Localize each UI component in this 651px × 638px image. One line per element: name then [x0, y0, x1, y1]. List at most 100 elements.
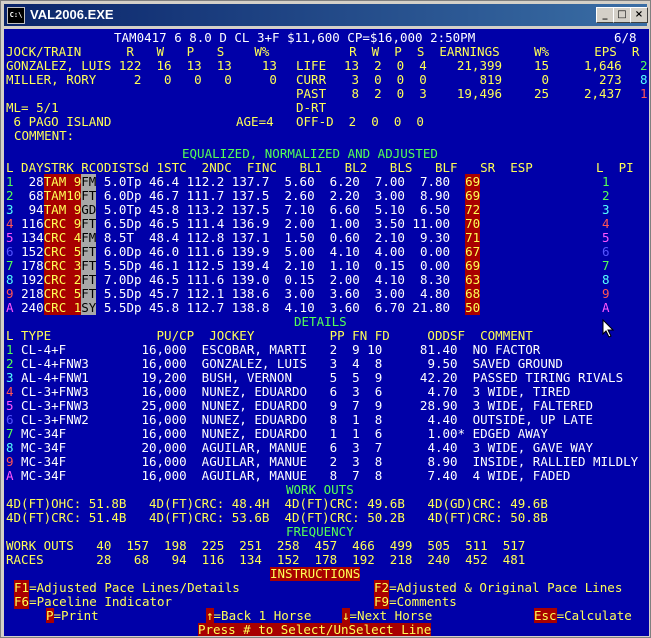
pace-figures: 6.0Dp 46.7 111.7 137.5 2.60 2.20 3.00 8.…: [103, 188, 451, 203]
back-horse-text: =Back 1 Horse: [213, 608, 312, 623]
morning-line: ML= 5/1: [6, 100, 59, 115]
console-screen: TAM0417 6 8.0 D CL 3+F $11,600 CP=$16,00…: [4, 29, 649, 636]
eq-row[interactable]: 4 116CRC 9FT 6.5Dp 46.5 111.4 136.9 2.00…: [6, 216, 481, 231]
eq-row[interactable]: 6 152CRC 5FT 6.0Dp 46.0 111.6 139.9 5.00…: [6, 244, 481, 259]
esc-key-text: =Calculate: [556, 608, 632, 623]
eq-row[interactable]: 1 28TAM 9FM 5.0Tp 46.4 112.2 137.7 5.60 …: [6, 174, 481, 189]
days-since: 240: [21, 300, 44, 315]
horse-name: 6 PAGO ISLAND: [6, 114, 112, 129]
race-number: 3: [66, 258, 82, 273]
details-row[interactable]: 8 MC-34F 20,000 AGUILAR, MANUE 6 3 7 4.4…: [6, 441, 593, 455]
workout-line: 4D(FT)CRC: 51.4B 4D(FT)CRC: 53.6B 4D(FT)…: [6, 510, 548, 525]
speed-rating: 71: [465, 230, 481, 245]
track-condition: FT: [81, 286, 97, 301]
row-right-label: 4: [602, 216, 610, 231]
print-key-label: P: [46, 608, 54, 623]
workouts-section-title: WORK OUTS: [286, 482, 354, 497]
track-code: CRC: [43, 272, 67, 287]
jock-header-mid: R W P S EARNINGS: [319, 44, 500, 59]
row-right-label: 9: [602, 286, 610, 301]
maximize-button[interactable]: □: [613, 7, 631, 23]
row-line-number: 5: [6, 398, 14, 413]
speed-rating: 70: [465, 216, 481, 231]
stat-eps: 1,646: [584, 58, 622, 73]
eq-row[interactable]: 8 192CRC 2FT 7.0Dp 46.5 111.6 139.0 0.15…: [6, 272, 481, 287]
stat-eps: 2,437: [584, 86, 622, 101]
row-right-label: A: [602, 300, 610, 315]
minimize-button[interactable]: _: [596, 7, 614, 23]
row-line-number: 1: [6, 342, 14, 357]
row-line-number: 6: [6, 412, 14, 427]
days-since: 68: [21, 188, 44, 203]
details-row[interactable]: 2 CL-4+FNW3 16,000 GONZALEZ, LUIS 3 4 8 …: [6, 357, 563, 371]
eq-row[interactable]: 5 134CRC 4FM 8.5T 48.4 112.8 137.1 1.50 …: [6, 230, 481, 245]
eq-row[interactable]: 2 68TAM10FT 6.0Dp 46.7 111.7 137.5 2.60 …: [6, 188, 481, 203]
details-row[interactable]: 1 CL-4+F 16,000 ESCOBAR, MARTI 2 9 10 81…: [6, 343, 540, 357]
speed-rating: 69: [465, 258, 481, 273]
row-line-number: 2: [6, 188, 14, 203]
pace-figures: 7.0Dp 46.5 111.6 139.0 0.15 2.00 4.10 8.…: [103, 272, 451, 287]
window-title: VAL2006.EXE: [30, 7, 114, 22]
days-since: 218: [21, 286, 44, 301]
drt-label: D-RT: [296, 100, 327, 115]
race-number: 5: [66, 244, 82, 259]
eq-row[interactable]: 7 178CRC 3FT 5.5Dp 46.1 112.5 139.4 2.10…: [6, 258, 481, 273]
stat-pct: 25: [534, 86, 550, 101]
details-text: CL-3+FNW3 25,000 NUNEZ, EDUARDO 9 7 9 28…: [13, 398, 594, 413]
next-horse-key[interactable]: ↓=Next Horse: [342, 608, 432, 623]
details-row[interactable]: 9 MC-34F 16,000 AGUILAR, MANUE 2 3 8 8.9…: [6, 455, 638, 469]
up-arrow-icon: ↑: [206, 608, 214, 623]
row-line-number: 9: [6, 454, 14, 469]
row-line-number: 7: [6, 426, 14, 441]
row-line-number: 8: [6, 440, 14, 455]
track-condition: FM: [81, 230, 97, 245]
track-condition: FT: [81, 244, 97, 259]
f2-key-label: F2: [374, 580, 390, 595]
esc-key-label: Esc: [534, 608, 557, 623]
details-text: MC-34F 16,000 AGUILAR, MANUE 8 7 8 7.40 …: [13, 468, 571, 483]
frequency-races: RACES 28 68 94 116 134 152 178 192 218 2…: [6, 552, 526, 567]
speed-rating: 69: [465, 174, 481, 189]
f9-key-label: F9: [374, 594, 390, 609]
row-line-number: 8: [6, 272, 14, 287]
trainer-row: MILLER, RORY 2 0 0 0 0: [6, 72, 277, 87]
eq-row[interactable]: 9 218CRC 5FT 5.5Dp 45.7 112.1 138.6 3.00…: [6, 286, 481, 301]
eq-row[interactable]: 3 94TAM 9GD 5.0Tp 45.8 113.2 137.5 7.10 …: [6, 202, 481, 217]
track-condition: GD: [81, 202, 97, 217]
details-text: CL-4+F 16,000 ESCOBAR, MARTI 2 9 10 81.4…: [13, 342, 541, 357]
details-text: MC-34F 16,000 NUNEZ, EDUARDO 1 1 6 1.00*…: [13, 426, 548, 441]
esc-key[interactable]: Esc=Calculate: [534, 608, 632, 623]
pace-figures: 5.0Tp 46.4 112.2 137.7 5.60 6.20 7.00 7.…: [103, 174, 451, 189]
details-text: AL-4+FNW1 19,200 BUSH, VERNON 5 5 9 42.2…: [13, 370, 624, 385]
f1-key[interactable]: F1=Adjusted Pace Lines/Details: [14, 580, 240, 595]
f9-key[interactable]: F9=Comments: [374, 594, 457, 609]
track-code: CRC: [43, 244, 67, 259]
f6-key[interactable]: F6=Paceline Indicator: [14, 594, 172, 609]
print-key[interactable]: P=Print: [46, 608, 99, 623]
details-row[interactable]: 5 CL-3+FNW3 25,000 NUNEZ, EDUARDO 9 7 9 …: [6, 399, 593, 413]
f1-key-text: =Adjusted Pace Lines/Details: [29, 580, 240, 595]
race-number: 9: [66, 216, 82, 231]
row-right-label: 8: [602, 272, 610, 287]
close-button[interactable]: ×: [630, 7, 648, 23]
row-line-number: 9: [6, 286, 14, 301]
back-horse-key[interactable]: ↑=Back 1 Horse: [206, 608, 312, 623]
f2-key[interactable]: F2=Adjusted & Original Pace Lines: [374, 580, 622, 595]
track-code: CRC: [43, 300, 67, 315]
row-line-number: A: [6, 300, 14, 315]
horse-age: AGE=4: [236, 114, 274, 129]
details-row[interactable]: 7 MC-34F 16,000 NUNEZ, EDUARDO 1 1 6 1.0…: [6, 427, 548, 441]
row-line-number: 3: [6, 370, 14, 385]
footer-hint: Press # to Select/UnSelect Line: [198, 622, 432, 636]
title-bar[interactable]: C:\ VAL2006.EXE _ □ ×: [4, 4, 648, 26]
eq-row[interactable]: A 240CRC 1SY 5.5Dp 45.8 112.7 138.8 4.10…: [6, 300, 481, 315]
stat-values: 3 0 0 0 819: [344, 72, 503, 87]
speed-rating: 67: [465, 244, 481, 259]
details-row[interactable]: A MC-34F 16,000 AGUILAR, MANUE 8 7 8 7.4…: [6, 469, 570, 483]
workout-line: 4D(FT)OHC: 51.8B 4D(FT)CRC: 48.4H 4D(FT)…: [6, 496, 548, 511]
row-right-label: 3: [602, 202, 610, 217]
days-since: 94: [21, 202, 44, 217]
details-row[interactable]: 6 CL-3+FNW2 16,000 NUNEZ, EDUARDO 8 1 8 …: [6, 413, 593, 427]
details-row[interactable]: 4 CL-3+FNW3 16,000 NUNEZ, EDUARDO 6 3 6 …: [6, 385, 570, 399]
details-row[interactable]: 3 AL-4+FNW1 19,200 BUSH, VERNON 5 5 9 42…: [6, 371, 623, 385]
